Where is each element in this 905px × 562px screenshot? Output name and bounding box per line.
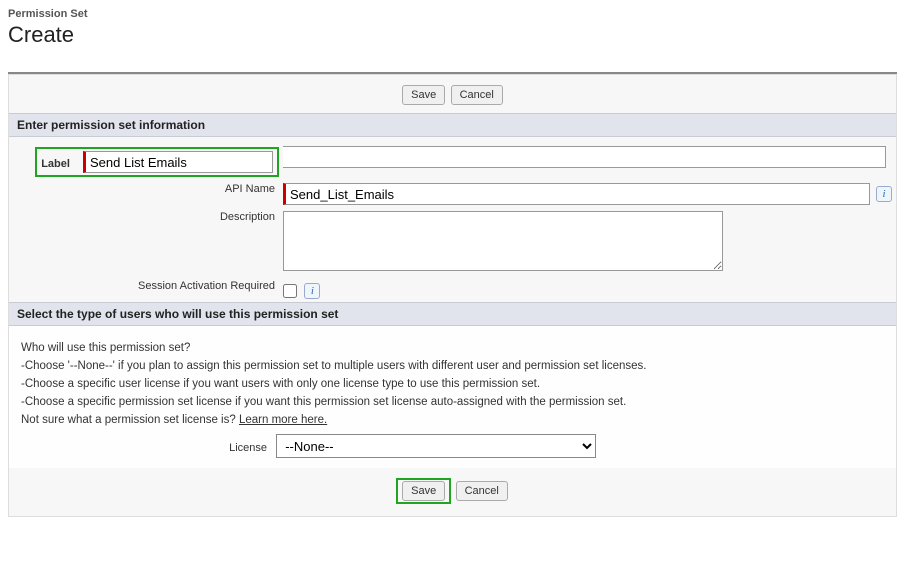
info-icon-session[interactable]: i bbox=[304, 283, 320, 299]
description-label: Description bbox=[220, 211, 275, 223]
page-title: Create bbox=[8, 22, 897, 48]
license-label: License bbox=[21, 442, 273, 454]
session-activation-checkbox[interactable] bbox=[283, 284, 297, 298]
save-highlight: Save bbox=[396, 478, 451, 504]
info-icon-api[interactable]: i bbox=[876, 186, 892, 202]
save-button-top[interactable]: Save bbox=[402, 85, 445, 105]
button-row-top: Save Cancel bbox=[9, 75, 896, 113]
page-eyebrow: Permission Set bbox=[8, 8, 897, 20]
api-name-input[interactable] bbox=[283, 183, 870, 205]
cancel-button-bottom[interactable]: Cancel bbox=[456, 481, 508, 501]
label-input-continued[interactable] bbox=[283, 146, 886, 168]
label-field-text: Label bbox=[41, 158, 70, 170]
label-highlight: Label bbox=[35, 147, 279, 177]
section-header-users: Select the type of users who will use th… bbox=[9, 302, 896, 326]
help-block: Who will use this permission set? -Choos… bbox=[9, 326, 896, 468]
form-panel: Save Cancel Enter permission set informa… bbox=[8, 74, 897, 517]
description-input[interactable] bbox=[283, 211, 723, 271]
help-bullet-2: -Choose a specific user license if you w… bbox=[21, 378, 884, 390]
cancel-button-top[interactable]: Cancel bbox=[451, 85, 503, 105]
help-question: Who will use this permission set? bbox=[21, 342, 884, 354]
not-sure-text: Not sure what a permission set license i… bbox=[21, 414, 239, 426]
help-bullet-3: -Choose a specific permission set licens… bbox=[21, 396, 884, 408]
form-table: Label API Name i Des bbox=[9, 143, 896, 302]
session-activation-label: Session Activation Required bbox=[138, 280, 275, 292]
help-bullet-1: -Choose '--None--' if you plan to assign… bbox=[21, 360, 884, 372]
section-header-info: Enter permission set information bbox=[9, 113, 896, 137]
save-button-bottom[interactable]: Save bbox=[402, 481, 445, 501]
license-row: License --None-- bbox=[21, 434, 884, 458]
help-not-sure: Not sure what a permission set license i… bbox=[21, 414, 884, 426]
learn-more-link[interactable]: Learn more here. bbox=[239, 414, 327, 426]
license-select[interactable]: --None-- bbox=[276, 434, 596, 458]
button-row-bottom: Save Cancel bbox=[9, 468, 896, 512]
label-input[interactable] bbox=[83, 151, 273, 173]
api-name-label: API Name bbox=[225, 183, 275, 195]
